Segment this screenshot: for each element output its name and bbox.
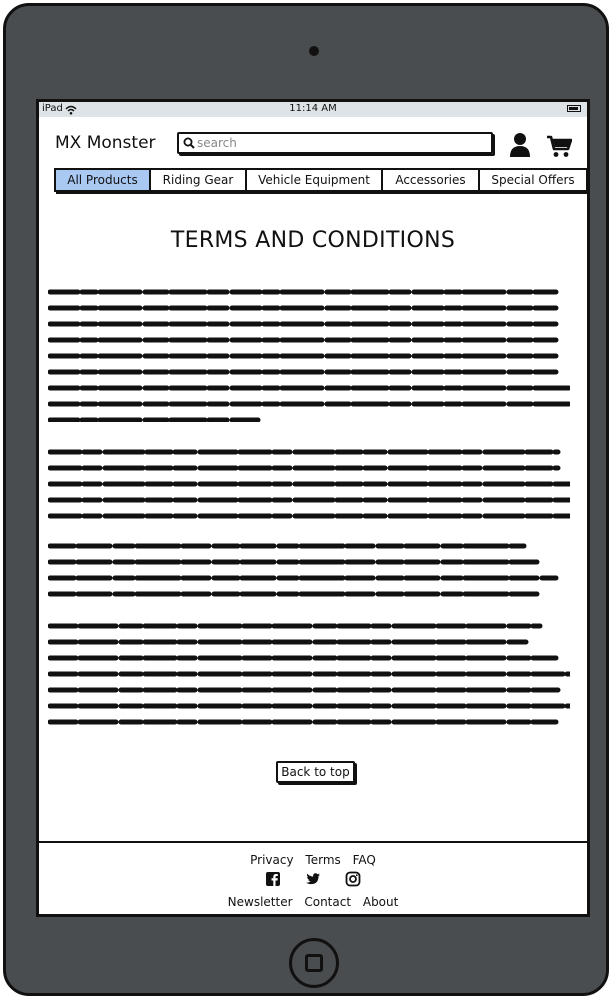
facebook-icon[interactable] [265,871,281,887]
status-bar: iPad 11:14 AM [39,102,587,117]
screen: iPad 11:14 AM MX Monster search All Prod… [36,99,590,917]
footer-link-newsletter[interactable]: Newsletter [228,895,293,909]
twitter-icon[interactable] [305,871,321,887]
footer-link-about[interactable]: About [363,895,398,909]
tablet-device-frame: iPad 11:14 AM MX Monster search All Prod… [3,3,609,996]
tab-riding-gear[interactable]: Riding Gear [151,170,247,190]
instagram-icon[interactable] [345,871,361,887]
footer-link-contact[interactable]: Contact [304,895,351,909]
paragraph-placeholder [48,623,570,725]
home-square-icon [305,954,323,972]
clock: 11:14 AM [289,103,337,114]
page-title: TERMS AND CONDITIONS [170,228,456,253]
footer-links-top: Privacy Terms FAQ [39,853,587,867]
battery-icon [567,105,581,112]
cart-icon[interactable] [546,134,572,158]
paragraph-placeholder [48,543,559,597]
home-button[interactable] [289,938,339,988]
footer-social [39,871,587,889]
search-icon [183,137,195,149]
footer-link-terms[interactable]: Terms [305,853,340,867]
tab-vehicle-equipment[interactable]: Vehicle Equipment [247,170,383,190]
footer-link-privacy[interactable]: Privacy [250,853,293,867]
search-input[interactable] [197,135,477,151]
account-icon[interactable] [508,132,532,158]
footer-link-faq[interactable]: FAQ [353,853,376,867]
search-box[interactable] [177,132,493,154]
tab-accessories[interactable]: Accessories [383,170,480,190]
paragraph-placeholder [48,289,570,422]
footer-links-bottom: Newsletter Contact About [39,895,587,909]
back-to-top-button[interactable]: Back to top [276,761,355,783]
footer: Privacy Terms FAQ Newsletter Contact Abo… [39,841,587,914]
category-nav: All Products Riding Gear Vehicle Equipme… [54,168,587,192]
tab-special-offers[interactable]: Special Offers [480,170,586,190]
camera-dot [309,46,319,56]
paragraph-placeholder [48,449,570,519]
tab-all-products[interactable]: All Products [56,170,151,190]
brand-logo[interactable]: MX Monster [55,133,156,153]
